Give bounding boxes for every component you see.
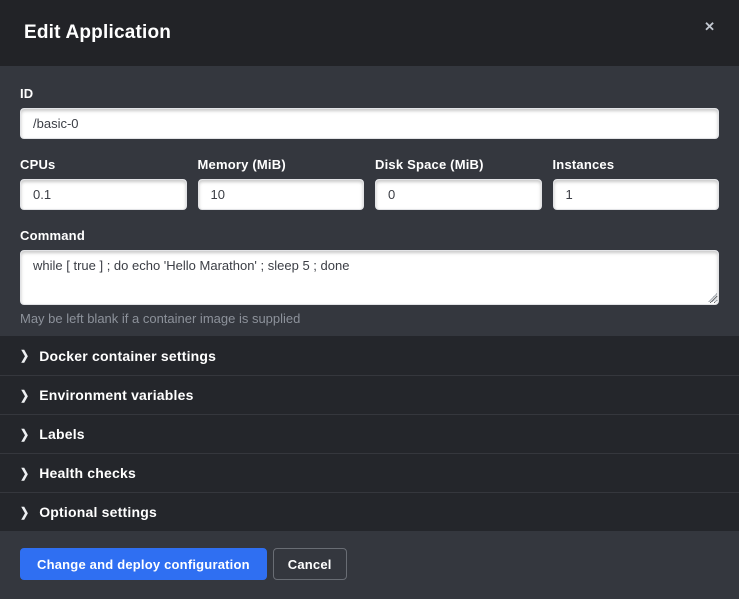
command-field-group: Command while [ true ] ; do echo 'Hello … xyxy=(20,228,719,326)
cancel-button[interactable]: Cancel xyxy=(273,548,347,580)
section-health-checks[interactable]: ❯ Health checks xyxy=(0,453,739,492)
close-icon[interactable]: ✕ xyxy=(700,16,719,37)
resources-row: CPUs Memory (MiB) Disk Space (MiB) Insta… xyxy=(20,157,719,210)
disk-space-label: Disk Space (MiB) xyxy=(375,157,542,172)
section-labels[interactable]: ❯ Labels xyxy=(0,414,739,453)
section-label: Labels xyxy=(39,426,85,442)
chevron-right-icon: ❯ xyxy=(20,348,29,363)
chevron-right-icon: ❯ xyxy=(20,427,29,442)
modal-title: Edit Application xyxy=(24,22,171,44)
section-label: Health checks xyxy=(39,465,136,481)
chevron-right-icon: ❯ xyxy=(20,505,29,520)
section-optional-settings[interactable]: ❯ Optional settings xyxy=(0,492,739,531)
memory-input[interactable] xyxy=(198,179,365,210)
modal-header: Edit Application ✕ xyxy=(0,0,739,66)
cpus-field-group: CPUs xyxy=(20,157,187,210)
memory-label: Memory (MiB) xyxy=(198,157,365,172)
modal-footer: Change and deploy configuration Cancel xyxy=(0,531,739,599)
instances-label: Instances xyxy=(553,157,720,172)
command-label: Command xyxy=(20,228,719,243)
command-help-text: May be left blank if a container image i… xyxy=(20,311,719,326)
chevron-right-icon: ❯ xyxy=(20,388,29,403)
section-label: Optional settings xyxy=(39,504,157,520)
disk-space-field-group: Disk Space (MiB) xyxy=(375,157,542,210)
memory-field-group: Memory (MiB) xyxy=(198,157,365,210)
instances-input[interactable] xyxy=(553,179,720,210)
id-label: ID xyxy=(20,86,719,101)
section-docker-container-settings[interactable]: ❯ Docker container settings xyxy=(0,336,739,375)
command-textarea[interactable]: while [ true ] ; do echo 'Hello Marathon… xyxy=(20,250,719,305)
id-field-group: ID xyxy=(20,86,719,139)
disk-space-input[interactable] xyxy=(375,179,542,210)
edit-application-form: ID CPUs Memory (MiB) Disk Space (MiB) In… xyxy=(0,66,739,336)
command-textarea-wrap: while [ true ] ; do echo 'Hello Marathon… xyxy=(20,250,719,305)
edit-application-modal: Edit Application ✕ ID CPUs Memory (MiB) … xyxy=(0,0,739,599)
instances-field-group: Instances xyxy=(553,157,720,210)
accordion-sections: ❯ Docker container settings ❯ Environmen… xyxy=(0,336,739,531)
id-input[interactable] xyxy=(20,108,719,139)
change-and-deploy-button[interactable]: Change and deploy configuration xyxy=(20,548,267,580)
chevron-right-icon: ❯ xyxy=(20,466,29,481)
section-environment-variables[interactable]: ❯ Environment variables xyxy=(0,375,739,414)
section-label: Environment variables xyxy=(39,387,193,403)
cpus-input[interactable] xyxy=(20,179,187,210)
section-label: Docker container settings xyxy=(39,348,216,364)
cpus-label: CPUs xyxy=(20,157,187,172)
